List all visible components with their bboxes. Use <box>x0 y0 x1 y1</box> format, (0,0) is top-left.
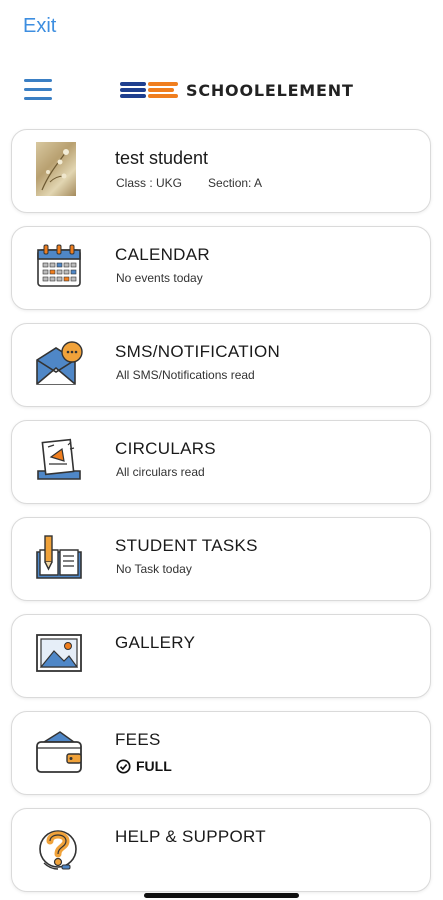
envelope-chat-icon <box>34 338 84 388</box>
calendar-subtitle: No events today <box>116 271 203 285</box>
student-profile-card[interactable]: test student Class : UKG Section: A <box>11 129 431 213</box>
help-support-card[interactable]: HELP & SUPPORT <box>11 808 431 892</box>
fees-title: FEES <box>115 730 161 749</box>
calendar-title: CALENDAR <box>115 245 210 264</box>
gallery-title: GALLERY <box>115 633 196 652</box>
fees-status: FULL <box>116 758 172 774</box>
brand-name: SCHOOLELEMENT <box>186 80 354 100</box>
student-class: Class : UKG <box>116 176 183 190</box>
fees-status-label: FULL <box>136 758 172 774</box>
home-indicator[interactable] <box>144 893 299 898</box>
exit-button[interactable]: Exit <box>23 15 56 38</box>
student-tasks-title: STUDENT TASKS <box>115 536 258 555</box>
student-class-info: Class : UKG Section: A <box>116 176 262 190</box>
circulars-subtitle: All circulars read <box>116 465 205 479</box>
help-support-title: HELP & SUPPORT <box>115 827 266 846</box>
student-section: Section: A <box>208 176 263 190</box>
schoolelement-logo-icon <box>120 82 178 98</box>
fees-card[interactable]: FEES FULL <box>11 711 431 795</box>
student-tasks-card[interactable]: STUDENT TASKS No Task today <box>11 517 431 601</box>
student-tasks-subtitle: No Task today <box>116 562 192 576</box>
sms-notification-subtitle: All SMS/Notifications read <box>116 368 255 382</box>
help-question-icon <box>34 823 84 873</box>
check-circle-icon <box>116 758 131 774</box>
hamburger-menu-icon[interactable] <box>24 79 52 103</box>
sms-notification-title: SMS/NOTIFICATION <box>115 342 281 361</box>
student-photo <box>36 142 76 196</box>
student-name: test student <box>115 148 209 168</box>
calendar-icon <box>34 241 84 291</box>
picture-icon <box>34 629 84 679</box>
sms-notification-card[interactable]: SMS/NOTIFICATION All SMS/Notifications r… <box>11 323 431 407</box>
circulars-card[interactable]: CIRCULARS All circulars read <box>11 420 431 504</box>
circular-document-icon <box>34 435 84 485</box>
app-logo: SCHOOLELEMENT <box>120 78 354 102</box>
calendar-card[interactable]: CALENDAR No events today <box>11 226 431 310</box>
circulars-title: CIRCULARS <box>115 439 216 458</box>
wallet-icon <box>34 726 84 776</box>
book-pencil-icon <box>34 532 84 582</box>
gallery-card[interactable]: GALLERY <box>11 614 431 698</box>
